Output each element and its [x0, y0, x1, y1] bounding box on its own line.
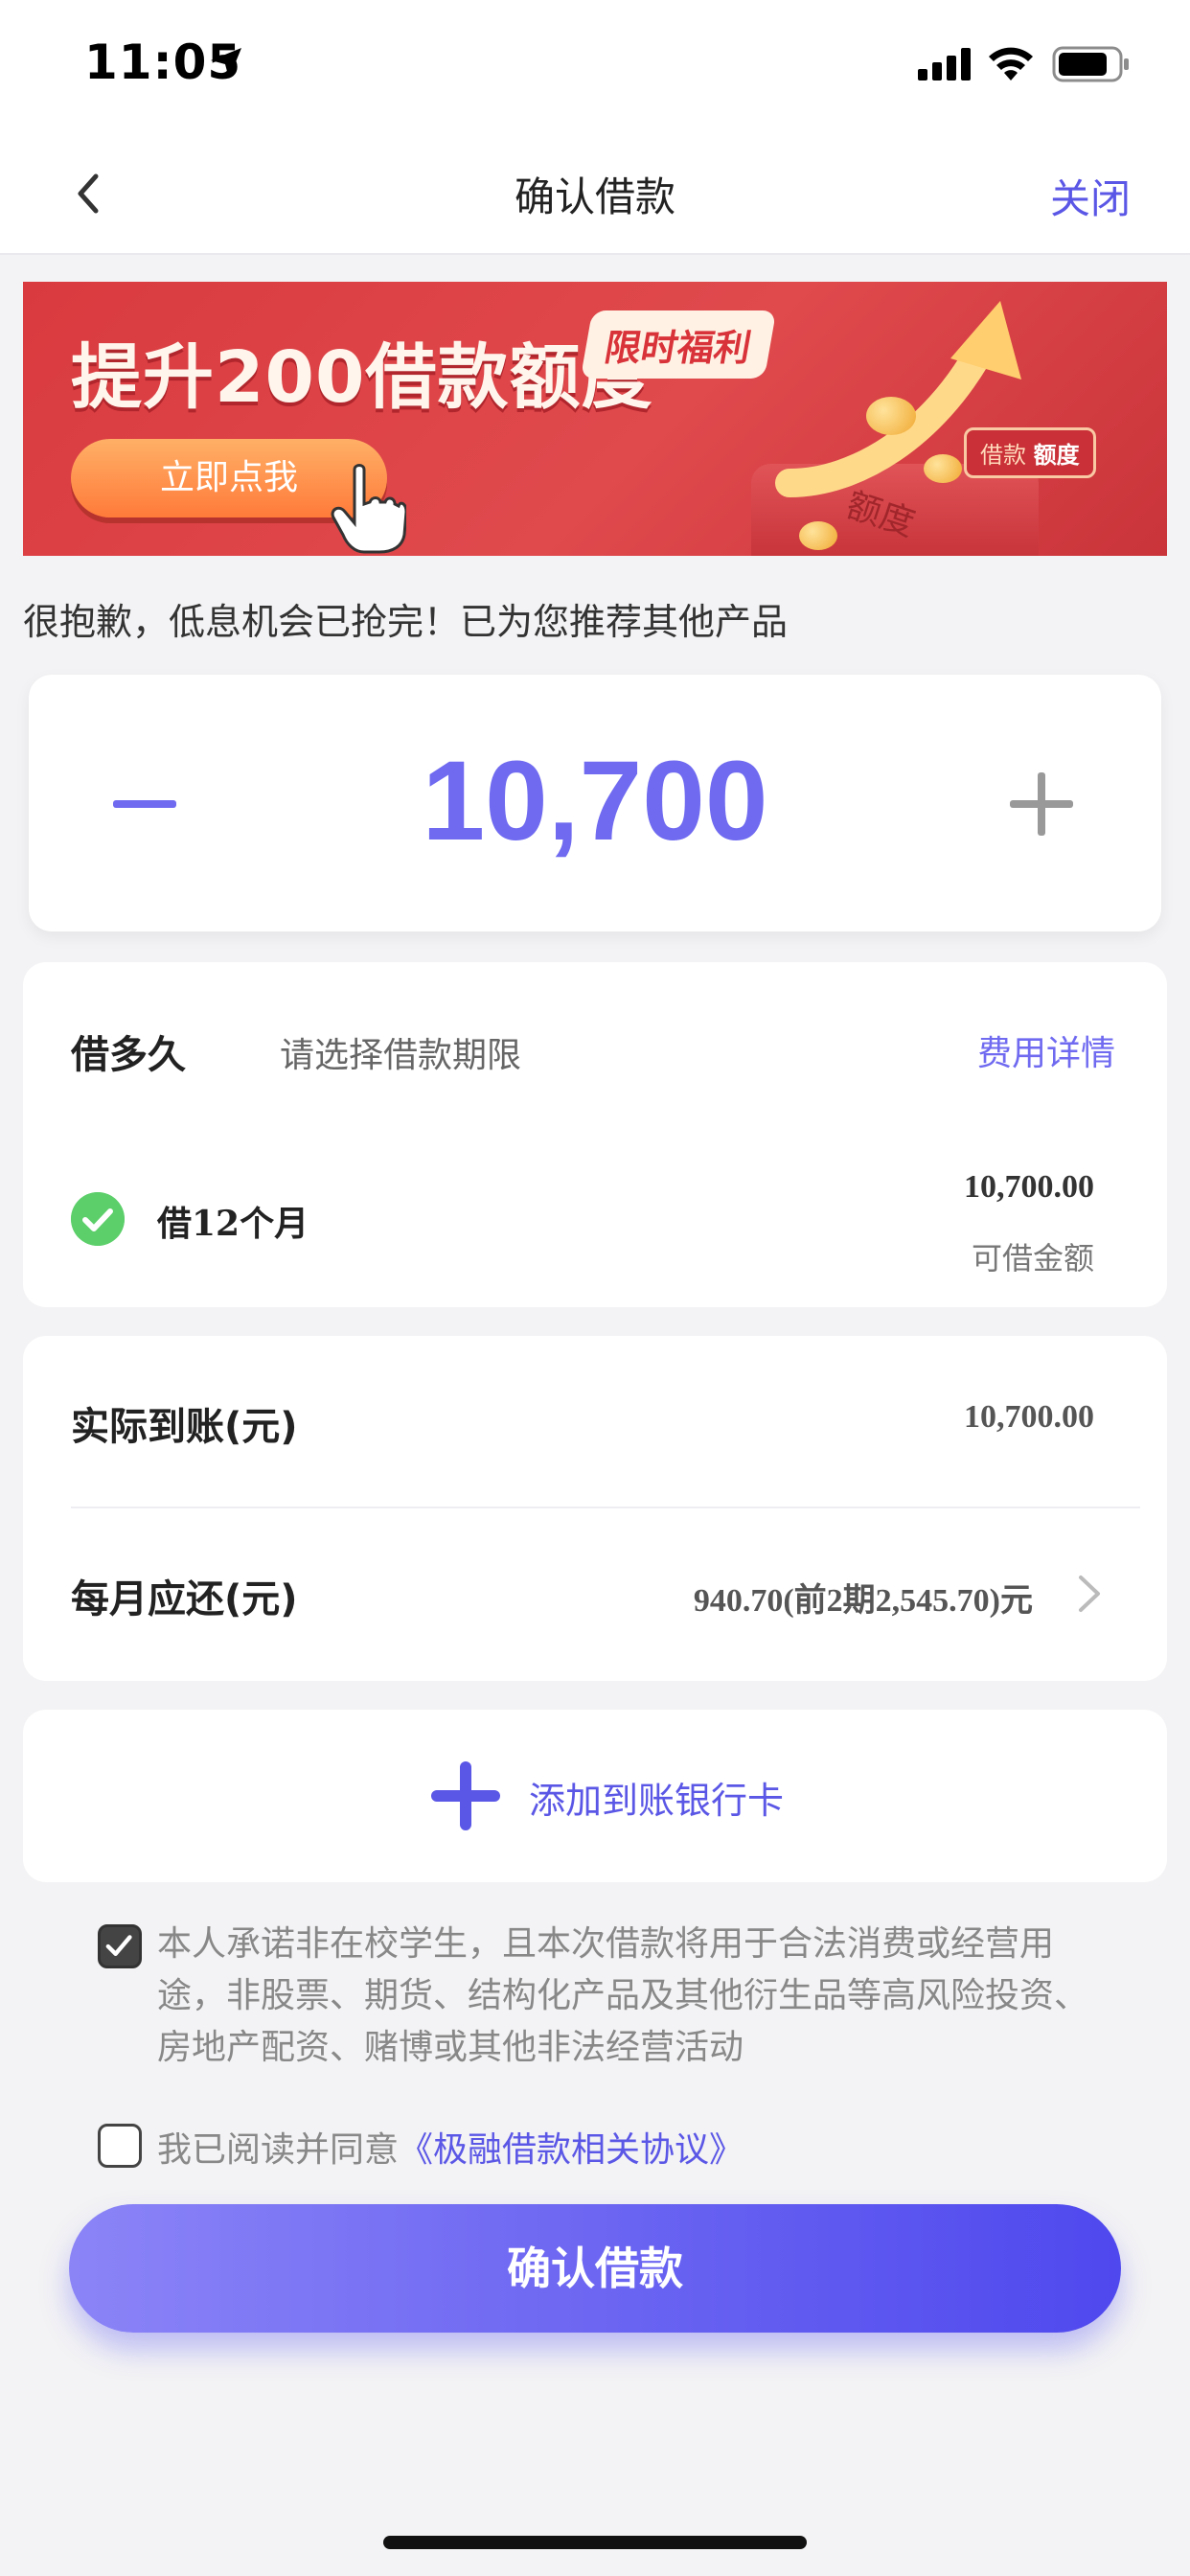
agreement-text: 我已阅读并同意《极融借款相关协议》 [157, 2122, 744, 2172]
banner-tag: 借款 额度 [964, 427, 1096, 478]
coin-icon [799, 521, 837, 550]
amount-stepper: 10,700 [29, 675, 1161, 932]
add-bank-card-button[interactable]: 添加到账银行卡 [23, 1710, 1167, 1882]
location-arrow-icon [211, 48, 241, 79]
monthly-label: 每月应还(元) [71, 1577, 298, 1622]
summary-card: 实际到账(元) 10,700.00 每月应还(元) 940.70(前2期2,54… [23, 1336, 1167, 1681]
term-hint[interactable]: 请选择借款期限 [280, 1027, 521, 1077]
plus-icon[interactable] [1008, 770, 1075, 838]
agreement-prefix: 我已阅读并同意 [157, 2130, 400, 2170]
banner-title: 提升200借款额度 [71, 336, 653, 419]
notice-text: 很抱歉，低息机会已抢完！已为您推荐其他产品 [23, 601, 789, 643]
banner-badge: 限时福利 [580, 310, 777, 379]
plus-icon [431, 1761, 500, 1830]
pledge-text: 本人承诺非在校学生，且本次借款将用于合法消费或经营用途，非股票、期货、结构化产品… [157, 1924, 1089, 2067]
agreement-checkbox[interactable] [98, 2124, 142, 2168]
pointing-hand-icon [331, 464, 406, 554]
term-option-amount-label: 可借金额 [971, 1240, 1094, 1276]
promo-banner[interactable]: 提升200借款额度 限时福利 立即点我 额度 借款 额度 [23, 282, 1167, 556]
page-title: 确认借款 [514, 173, 675, 220]
fee-details-link[interactable]: 费用详情 [977, 1025, 1115, 1075]
chevron-right-icon[interactable] [1073, 1570, 1106, 1618]
divider [71, 1506, 1140, 1508]
amount-value[interactable]: 10,700 [29, 736, 1161, 866]
check-circle-icon[interactable] [71, 1192, 125, 1246]
banner-tag-prefix: 借款 [980, 442, 1026, 469]
agreement-link[interactable]: 《极融借款相关协议》 [399, 2130, 744, 2170]
battery-icon [1052, 46, 1129, 82]
coin-icon [866, 397, 916, 435]
growth-arrow-icon [775, 301, 1021, 497]
status-bar: 11:05 [0, 0, 1190, 134]
close-button[interactable]: 关闭 [1050, 167, 1131, 225]
term-option-amount: 10,700.00 [964, 1169, 1094, 1205]
received-value: 10,700.00 [964, 1399, 1094, 1435]
add-bank-card-label: 添加到账银行卡 [529, 1780, 785, 1822]
home-indicator[interactable] [383, 2536, 807, 2549]
nav-bar: 确认借款 关闭 [0, 134, 1190, 255]
term-label: 借多久 [71, 1033, 186, 1077]
banner-tag-highlight: 额度 [1033, 442, 1080, 469]
monthly-value[interactable]: 940.70(前2期2,545.70)元 [694, 1574, 1033, 1621]
term-card: 借多久 请选择借款期限 费用详情 借12个月 10,700.00 可借金额 [23, 962, 1167, 1307]
wifi-icon [989, 47, 1033, 80]
confirm-loan-button[interactable]: 确认借款 [69, 2204, 1121, 2333]
received-label: 实际到账(元) [71, 1405, 298, 1449]
term-option-label[interactable]: 借12个月 [157, 1196, 309, 1246]
coin-icon [924, 454, 962, 483]
pledge-checkbox[interactable] [98, 1924, 142, 1968]
cellular-signal-icon [918, 48, 971, 80]
check-icon [105, 1935, 132, 1956]
